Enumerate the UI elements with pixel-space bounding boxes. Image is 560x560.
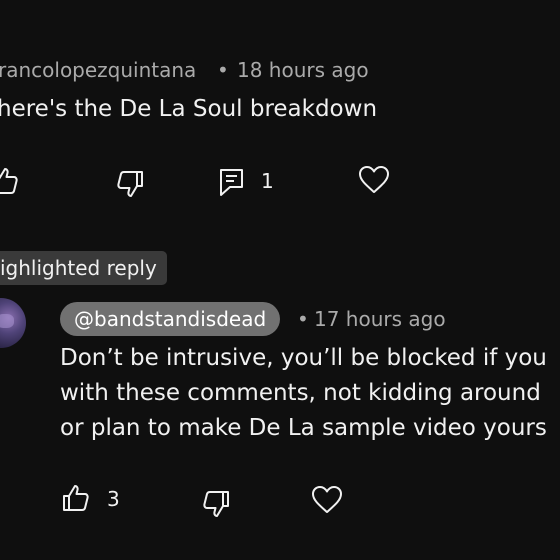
parent-comment-separator: • [217, 58, 229, 82]
thumbs-down-icon [117, 171, 143, 197]
reply-text-line: with these comments, not kidding around [60, 380, 541, 406]
highlighted-reply-badge: ighlighted reply [0, 251, 167, 285]
parent-reply-button[interactable] [218, 167, 246, 199]
parent-reply-count: 1 [261, 169, 274, 193]
reply-like-count: 3 [107, 487, 120, 511]
avatar[interactable] [0, 298, 26, 348]
parent-comment-author[interactable]: rancolopezquintana [0, 58, 196, 82]
heart-icon [359, 166, 389, 193]
thumbs-up-icon [63, 485, 89, 511]
parent-comment-timestamp[interactable]: 18 hours ago [237, 58, 369, 82]
reply-dislike-button[interactable] [201, 488, 231, 518]
reply-like-button[interactable] [62, 483, 90, 513]
reply-text-line: or plan to make De La sample video yours [60, 415, 547, 441]
parent-heart-button[interactable] [358, 165, 390, 195]
heart-icon [312, 486, 342, 513]
thumbs-up-icon [0, 168, 18, 194]
parent-comment-text: here's the De La Soul breakdown [0, 96, 378, 122]
parent-like-button[interactable] [0, 166, 18, 196]
parent-dislike-button[interactable] [115, 168, 145, 198]
reply-separator: • [297, 307, 309, 331]
reply-heart-button[interactable] [311, 485, 343, 515]
reply-text-line: Don’t be intrusive, you’ll be blocked if… [60, 345, 547, 371]
reply-author-chip[interactable]: @bandstandisdead [60, 302, 281, 336]
thumbs-down-icon [203, 491, 229, 517]
comment-icon [220, 169, 243, 196]
reply-timestamp[interactable]: 17 hours ago [314, 307, 446, 331]
